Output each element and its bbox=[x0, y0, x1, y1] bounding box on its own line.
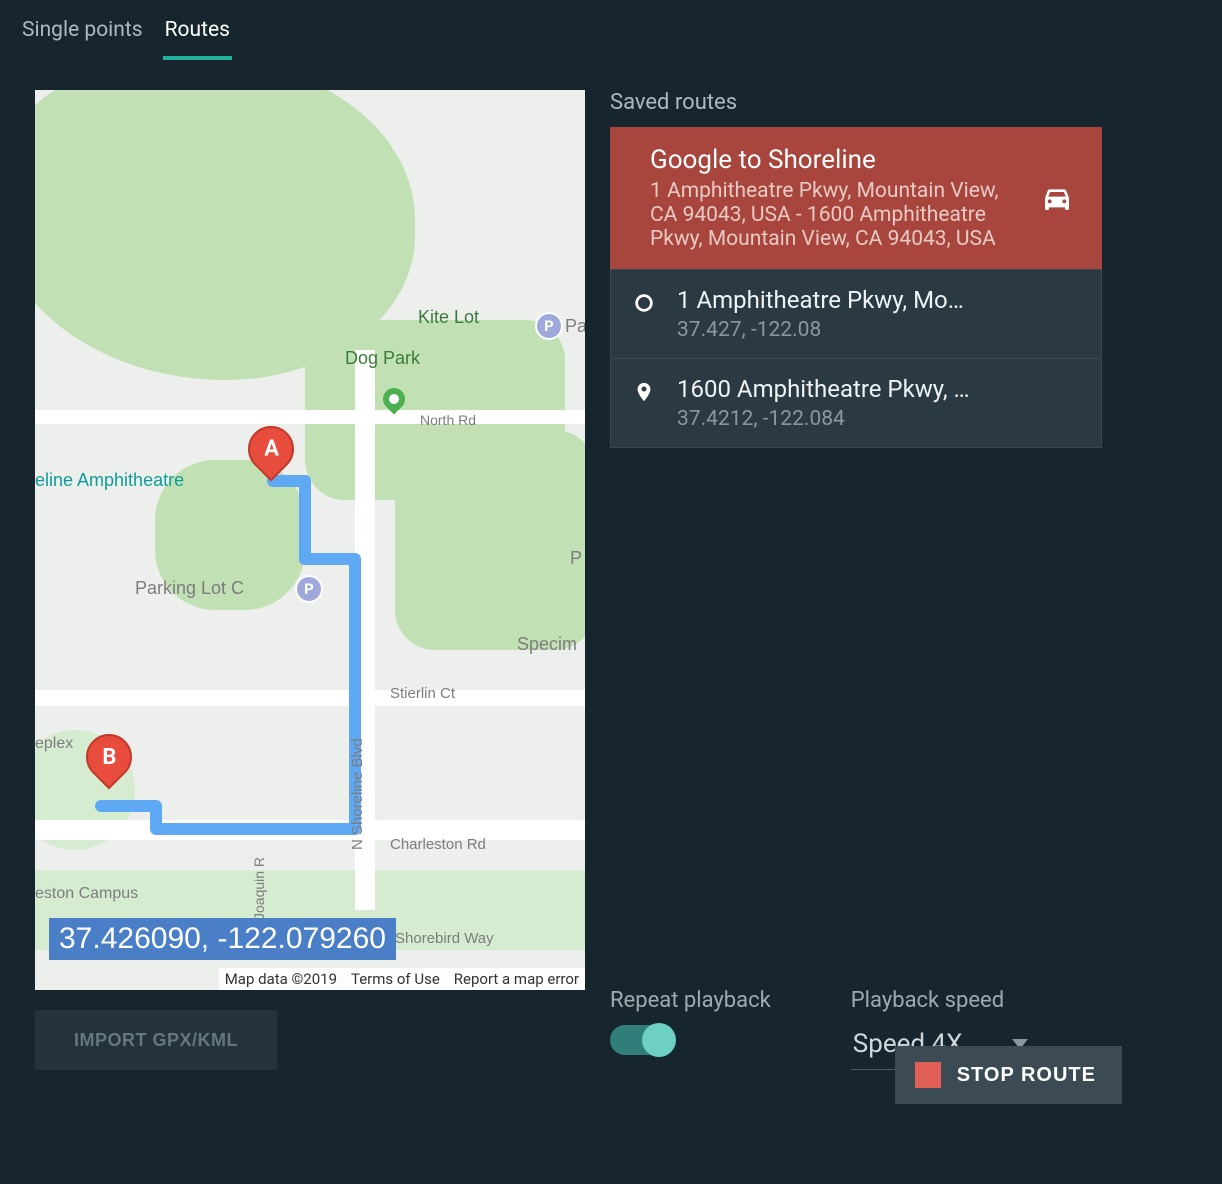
map-label-shorebird: Shorebird Way bbox=[395, 930, 494, 947]
marker-b-label: B bbox=[102, 745, 116, 770]
map-label-specimen: Specim bbox=[517, 634, 577, 655]
map-label-n-shoreline: N Shoreline Blvd bbox=[349, 738, 366, 850]
map-road bbox=[35, 690, 585, 706]
map-label-pa: Pa bbox=[565, 316, 585, 337]
saved-routes-heading: Saved routes bbox=[610, 90, 1102, 115]
route-segment bbox=[299, 475, 311, 565]
waypoint-item[interactable]: 1600 Amphitheatre Pkwy, … 37.4212, -122.… bbox=[611, 359, 1101, 447]
saved-route-card[interactable]: Google to Shoreline 1 Amphitheatre Pkwy,… bbox=[610, 127, 1102, 269]
circle-outline-icon bbox=[633, 292, 655, 314]
tab-routes[interactable]: Routes bbox=[163, 10, 232, 60]
waypoint-item[interactable]: 1 Amphitheatre Pkwy, Mo… 37.427, -122.08 bbox=[611, 270, 1101, 359]
map-label-eplex: eplex bbox=[35, 735, 73, 753]
stop-icon bbox=[915, 1062, 941, 1088]
map-attribution: Map data ©2019 Terms of Use Report a map… bbox=[219, 968, 585, 990]
waypoint-title: 1600 Amphitheatre Pkwy, … bbox=[677, 375, 970, 403]
marker-a-label: A bbox=[264, 437, 279, 462]
repeat-playback-block: Repeat playback bbox=[610, 988, 771, 1055]
tabs-bar: Single points Routes bbox=[0, 0, 1222, 60]
map-label-kite-lot: Kite Lot bbox=[418, 307, 479, 328]
import-gpx-kml-button[interactable]: IMPORT GPX/KML bbox=[35, 1010, 277, 1070]
map-report-link[interactable]: Report a map error bbox=[454, 970, 579, 988]
pin-icon bbox=[633, 381, 655, 403]
right-column: Saved routes Google to Shoreline 1 Amphi… bbox=[610, 90, 1202, 1070]
repeat-playback-toggle[interactable] bbox=[610, 1025, 674, 1055]
parking-icon: P bbox=[535, 312, 563, 340]
stop-route-label: STOP ROUTE bbox=[957, 1064, 1096, 1087]
map-label-dog-park: Dog Park bbox=[345, 348, 420, 369]
map-label-eston: eston Campus bbox=[35, 885, 138, 903]
playback-speed-label: Playback speed bbox=[851, 988, 1051, 1013]
coordinates-badge: 37.426090, -122.079260 bbox=[49, 918, 396, 960]
map-label-amphitheatre: eline Amphitheatre bbox=[35, 470, 184, 491]
map-label-parking-lot-c: Parking Lot C bbox=[135, 578, 244, 599]
map-label-north-rd: North Rd bbox=[420, 412, 476, 428]
toggle-knob bbox=[642, 1023, 676, 1057]
repeat-playback-label: Repeat playback bbox=[610, 988, 771, 1013]
waypoint-coords: 37.4212, -122.084 bbox=[677, 407, 970, 431]
waypoint-coords: 37.427, -122.08 bbox=[677, 318, 964, 342]
car-icon bbox=[1038, 182, 1076, 214]
map-road bbox=[35, 410, 585, 424]
route-segment bbox=[95, 800, 161, 812]
map-label-stierlin: Stierlin Ct bbox=[390, 685, 455, 702]
left-column: P P A B Kite Lot Dog Park eline Amphithe… bbox=[35, 90, 585, 1070]
tab-single-points[interactable]: Single points bbox=[20, 10, 145, 60]
map-park-shape bbox=[395, 430, 585, 650]
waypoint-list: 1 Amphitheatre Pkwy, Mo… 37.427, -122.08… bbox=[610, 269, 1102, 448]
map-label-charleston: Charleston Rd bbox=[390, 836, 486, 853]
map-view[interactable]: P P A B Kite Lot Dog Park eline Amphithe… bbox=[35, 90, 585, 990]
saved-route-subtitle: 1 Amphitheatre Pkwy, Mountain View, CA 9… bbox=[650, 179, 1018, 251]
waypoint-title: 1 Amphitheatre Pkwy, Mo… bbox=[677, 286, 964, 314]
map-terms-link[interactable]: Terms of Use bbox=[351, 970, 440, 988]
saved-route-title: Google to Shoreline bbox=[650, 145, 1018, 175]
map-label-p-edge: P bbox=[570, 548, 582, 569]
route-segment bbox=[150, 823, 361, 835]
map-label-joaquin: Joaquin R bbox=[251, 857, 267, 920]
parking-icon: P bbox=[295, 575, 323, 603]
map-data-label: Map data ©2019 bbox=[225, 970, 337, 988]
stop-route-button[interactable]: STOP ROUTE bbox=[895, 1046, 1122, 1104]
